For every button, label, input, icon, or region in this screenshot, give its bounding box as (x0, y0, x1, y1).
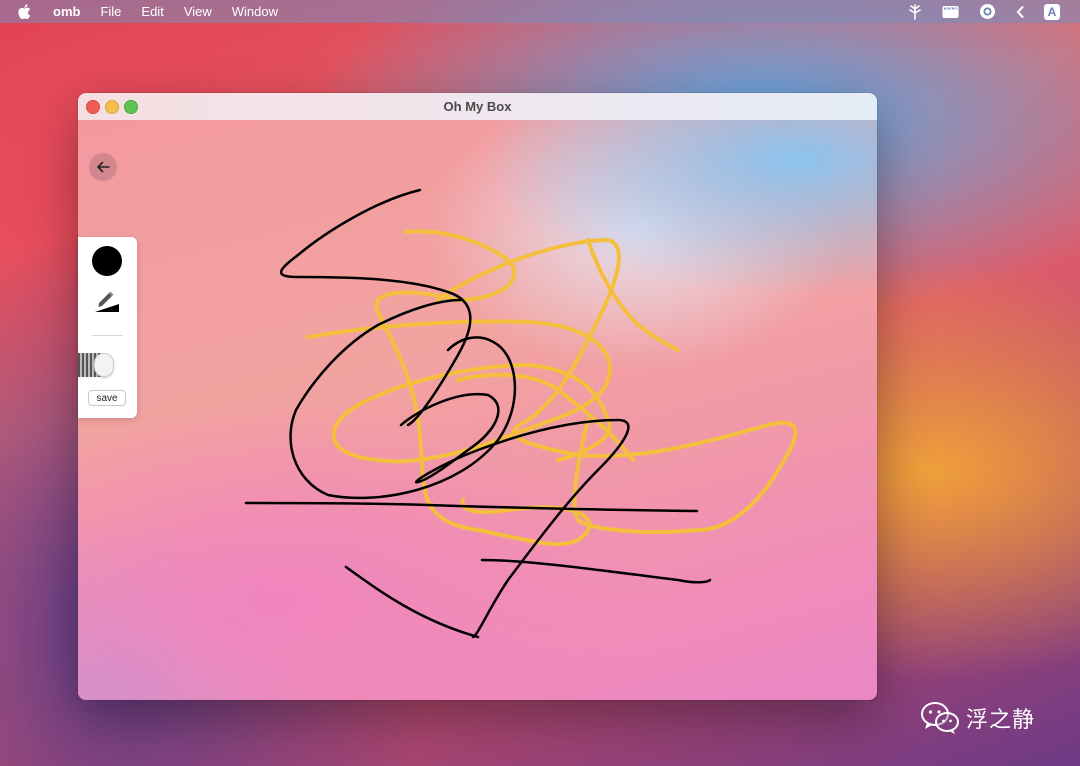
drawing-canvas[interactable] (78, 120, 877, 700)
wechat-icon (921, 702, 959, 734)
menu-edit[interactable]: Edit (141, 4, 163, 19)
watermark: 浮之静 (920, 700, 1035, 736)
stroke-width-slider[interactable] (78, 353, 114, 377)
tool-panel: save (78, 237, 137, 418)
input-source-icon[interactable]: A (1044, 0, 1060, 23)
yellow-stroke (436, 238, 798, 534)
chevron-left-icon[interactable] (1016, 0, 1024, 23)
pen-tool-button[interactable] (93, 286, 121, 314)
clapperboard-icon[interactable] (942, 0, 959, 23)
yellow-stroke (586, 238, 680, 352)
close-button[interactable] (86, 100, 100, 114)
title-bar[interactable]: Oh My Box (78, 93, 877, 121)
apple-icon[interactable] (18, 4, 31, 19)
input-source-label: A (1044, 3, 1060, 20)
minimize-button[interactable] (105, 100, 119, 114)
record-icon[interactable] (979, 0, 996, 23)
menu-window[interactable]: Window (232, 4, 278, 19)
window-title: Oh My Box (443, 99, 512, 114)
menu-app-name[interactable]: omb (53, 4, 80, 19)
arrow-left-icon (97, 161, 110, 173)
menu-bar: omb File Edit View Window A (0, 0, 1080, 23)
color-picker-button[interactable] (92, 246, 122, 276)
app-window: Oh My Box (78, 93, 877, 700)
slider-knob[interactable] (94, 353, 114, 377)
menu-view[interactable]: View (184, 4, 212, 19)
zoom-button[interactable] (124, 100, 138, 114)
menu-file[interactable]: File (100, 4, 121, 19)
drawing-strokes (244, 188, 798, 639)
watermark-text: 浮之静 (966, 708, 1036, 733)
black-stroke (344, 565, 480, 639)
back-button[interactable] (89, 153, 117, 181)
black-stroke (289, 298, 517, 500)
save-button[interactable]: save (88, 390, 126, 406)
pencil-icon (95, 291, 119, 312)
panel-divider (92, 335, 123, 336)
tree-icon[interactable] (908, 0, 922, 23)
